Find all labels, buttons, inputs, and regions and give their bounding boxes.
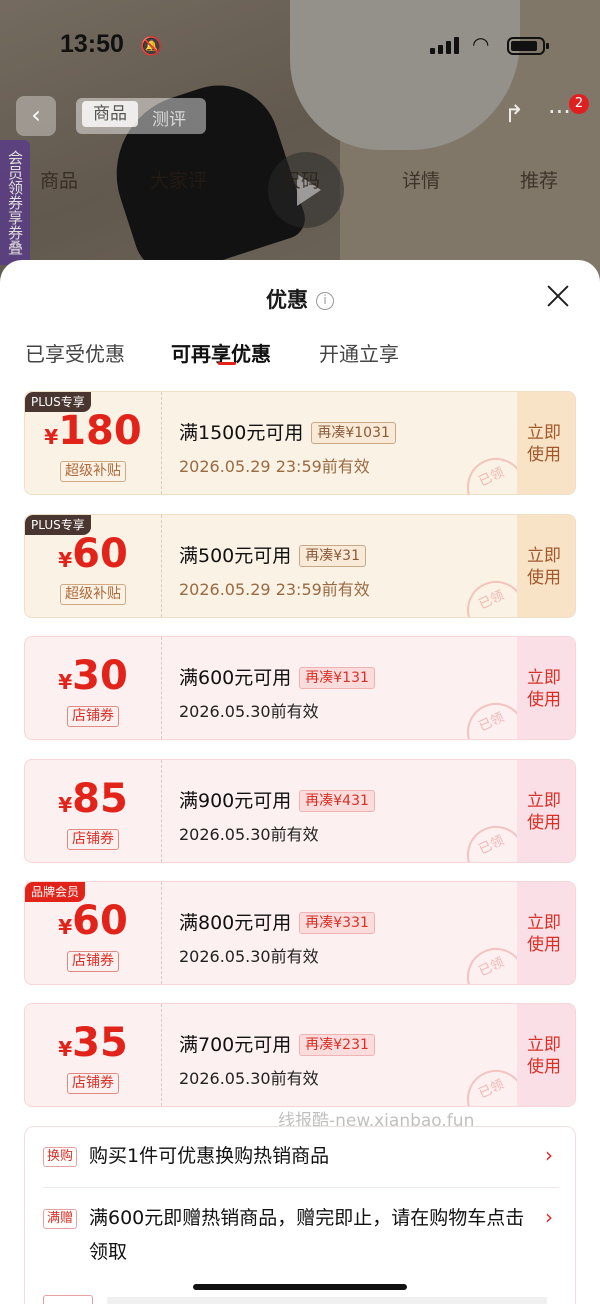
close-icon[interactable] bbox=[542, 280, 574, 312]
sheet-title: 优惠 bbox=[266, 288, 308, 312]
info-icon[interactable]: i bbox=[316, 292, 334, 310]
coupon-divider bbox=[161, 637, 162, 739]
coupon-amount: ¥35 bbox=[58, 1020, 128, 1066]
home-indicator bbox=[193, 1284, 407, 1290]
coupon-card: 品牌会员 ¥60 店铺券 满800元可用 再凑¥331 2026.05.30前有效… bbox=[24, 881, 576, 985]
coupon-card: ¥35 店铺券 满700元可用 再凑¥231 2026.05.30前有效 已领 立… bbox=[24, 1003, 576, 1107]
coupon-remaining: 再凑¥331 bbox=[299, 912, 375, 934]
anchor-recommend[interactable]: 推荐 bbox=[520, 166, 558, 193]
sheet-title-row: 优惠 i bbox=[0, 284, 600, 314]
chevron-right-icon: › bbox=[545, 1143, 553, 1167]
coupon-amount: ¥30 bbox=[58, 653, 128, 699]
coupon-type: 店铺券 bbox=[67, 1073, 119, 1094]
coupon-divider bbox=[161, 1004, 162, 1106]
coupon-value-area: ¥30 店铺券 bbox=[25, 637, 161, 739]
coupon-amount: ¥60 bbox=[58, 531, 128, 577]
coupon-type: 超级补贴 bbox=[60, 461, 126, 482]
more-icon[interactable]: ··· bbox=[548, 98, 571, 126]
product-segment: 商品 测评 bbox=[76, 98, 206, 134]
use-now-button[interactable]: 立即使用 bbox=[517, 392, 575, 494]
anchor-details[interactable]: 详情 bbox=[402, 166, 440, 193]
coupon-card: ¥85 店铺券 满900元可用 再凑¥431 2026.05.30前有效 已领 立… bbox=[24, 759, 576, 863]
coupon-type: 店铺券 bbox=[67, 706, 119, 727]
product-navbar: ‹ 商品 测评 ↱ ··· 2 bbox=[0, 94, 600, 140]
coupon-type: 店铺券 bbox=[67, 951, 119, 972]
anchor-tabs: 商品 大家评 尺码 详情 推荐 bbox=[0, 166, 600, 196]
promotion-text: 满600元即赠热销商品，赠完即止，请在购物车点击领取 bbox=[89, 1207, 525, 1263]
member-coupon-side-tag[interactable]: 会员领券享券叠 bbox=[0, 140, 30, 265]
coupon-divider bbox=[161, 515, 162, 617]
promotion-divider bbox=[43, 1187, 559, 1188]
promotions-card: 换购 购买1件可优惠换购热销商品 › 满赠 满600元即赠热销商品，赠完即止，请… bbox=[24, 1126, 576, 1304]
coupon-remaining: 再凑¥131 bbox=[299, 667, 375, 689]
segment-review[interactable]: 测评 bbox=[152, 105, 186, 130]
coupon-type: 超级补贴 bbox=[60, 584, 126, 605]
cart-badge: 2 bbox=[569, 94, 589, 114]
coupon-divider bbox=[161, 882, 162, 984]
coupon-amount: ¥85 bbox=[58, 776, 128, 822]
use-now-button[interactable]: 立即使用 bbox=[517, 1004, 575, 1106]
active-tab-indicator bbox=[218, 362, 236, 365]
promotion-tag: 换购 bbox=[43, 1147, 78, 1167]
anchor-size[interactable]: 尺码 bbox=[282, 166, 320, 193]
segment-product[interactable]: 商品 bbox=[82, 101, 138, 127]
coupon-validity: 2026.05.30前有效 bbox=[179, 825, 319, 844]
chevron-right-icon: › bbox=[545, 1205, 553, 1229]
coupon-amount: ¥180 bbox=[44, 408, 142, 454]
coupon-condition: 满1500元可用 再凑¥1031 bbox=[179, 418, 396, 445]
promotion-tag-partial bbox=[43, 1295, 93, 1304]
mute-bell-icon: 🔕 bbox=[140, 36, 163, 57]
promotion-tag: 满赠 bbox=[43, 1209, 78, 1229]
coupon-divider bbox=[161, 760, 162, 862]
coupon-card: PLUS专享 ¥60 超级补贴 满500元可用 再凑¥31 2026.05.29 … bbox=[24, 514, 576, 618]
use-now-button[interactable]: 立即使用 bbox=[517, 637, 575, 739]
coupon-condition: 满600元可用 再凑¥131 bbox=[179, 663, 375, 690]
coupon-divider bbox=[161, 392, 162, 494]
coupon-validity: 2026.05.30前有效 bbox=[179, 702, 319, 721]
status-time: 13:50 bbox=[60, 30, 124, 58]
coupon-condition: 满900元可用 再凑¥431 bbox=[179, 786, 375, 813]
coupon-remaining: 再凑¥1031 bbox=[311, 422, 396, 444]
coupon-condition: 满800元可用 再凑¥331 bbox=[179, 908, 375, 935]
coupon-value-area: ¥85 店铺券 bbox=[25, 760, 161, 862]
battery-icon bbox=[507, 37, 549, 55]
anchor-product[interactable]: 商品 bbox=[40, 166, 78, 193]
anchor-reviews[interactable]: 大家评 bbox=[150, 166, 207, 193]
status-bar: 13:50 🔕 ◠ bbox=[0, 30, 600, 70]
coupon-condition: 满500元可用 再凑¥31 bbox=[179, 541, 366, 568]
wifi-icon: ◠ bbox=[472, 32, 490, 56]
coupon-value-area: 品牌会员 ¥60 店铺券 bbox=[25, 882, 161, 984]
use-now-button[interactable]: 立即使用 bbox=[517, 760, 575, 862]
share-icon[interactable]: ↱ bbox=[504, 100, 524, 128]
promotion-text: 购买1件可优惠换购热销商品 bbox=[89, 1145, 330, 1167]
use-now-button[interactable]: 立即使用 bbox=[517, 882, 575, 984]
coupon-type: 店铺券 bbox=[67, 829, 119, 850]
coupon-card: PLUS专享 ¥180 超级补贴 满1500元可用 再凑¥1031 2026.05… bbox=[24, 391, 576, 495]
coupon-remaining: 再凑¥31 bbox=[299, 545, 366, 567]
coupon-validity: 2026.05.29 23:59前有效 bbox=[179, 580, 370, 599]
coupon-condition: 满700元可用 再凑¥231 bbox=[179, 1030, 375, 1057]
coupon-amount: ¥60 bbox=[58, 898, 128, 944]
coupon-value-area: PLUS专享 ¥60 超级补贴 bbox=[25, 515, 161, 617]
coupon-remaining: 再凑¥231 bbox=[299, 1034, 375, 1056]
coupon-value-area: PLUS专享 ¥180 超级补贴 bbox=[25, 392, 161, 494]
coupon-validity: 2026.05.30前有效 bbox=[179, 1069, 319, 1088]
coupon-remaining: 再凑¥431 bbox=[299, 790, 375, 812]
coupon-value-area: ¥35 店铺券 bbox=[25, 1004, 161, 1106]
use-now-button[interactable]: 立即使用 bbox=[517, 515, 575, 617]
coupon-validity: 2026.05.30前有效 bbox=[179, 947, 319, 966]
tab-activate[interactable]: 开通立享 bbox=[319, 338, 399, 367]
coupon-card: ¥30 店铺券 满600元可用 再凑¥131 2026.05.30前有效 已领 立… bbox=[24, 636, 576, 740]
coupon-validity: 2026.05.29 23:59前有效 bbox=[179, 457, 370, 476]
cellular-signal-icon bbox=[430, 36, 459, 54]
tab-enjoyed[interactable]: 已享受优惠 bbox=[25, 338, 125, 367]
promotion-text-partial bbox=[107, 1297, 547, 1304]
back-icon[interactable]: ‹ bbox=[16, 96, 56, 136]
